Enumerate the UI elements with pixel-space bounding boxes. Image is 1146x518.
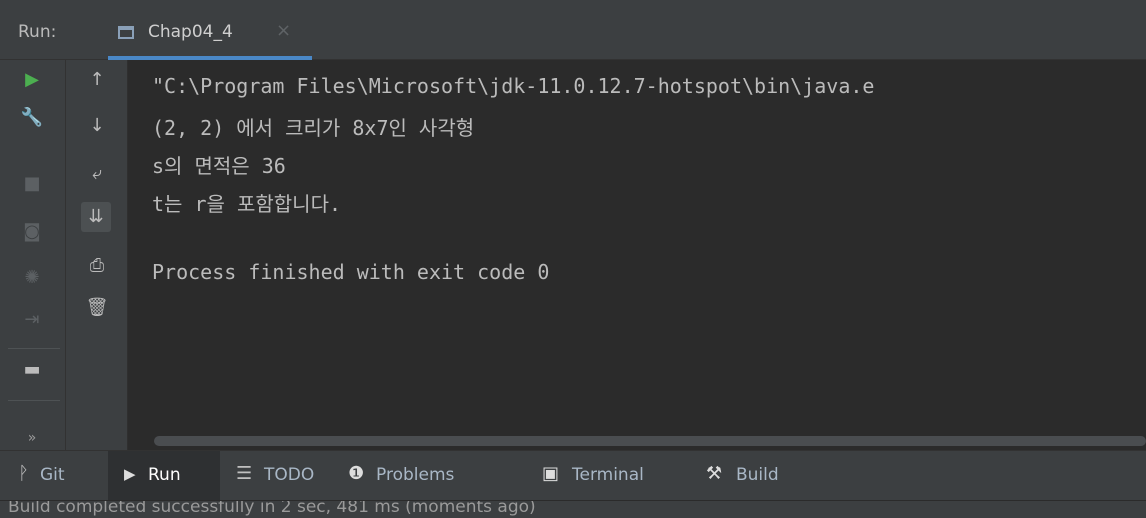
close-icon[interactable]: × — [276, 20, 291, 41]
tool-window-git[interactable]: ᚹ Git — [0, 451, 108, 501]
tool-window-label: Terminal — [572, 465, 644, 485]
wrench-icon[interactable]: 🔧 — [20, 106, 44, 130]
run-panel-header: Run: Chap04_4 × — [0, 0, 1146, 60]
status-message: Build completed successfully in 2 sec, 4… — [8, 500, 536, 517]
console-line-output: t는 r을 포함합니다. — [152, 192, 342, 216]
console-line-output: (2, 2) 에서 크리가 8x7인 사각형 — [152, 116, 475, 140]
run-label: Run: — [18, 22, 57, 42]
run-icon[interactable]: ▶ — [20, 68, 44, 92]
tool-window-label: Problems — [376, 465, 455, 485]
tool-window-problems[interactable]: ❶ Problems — [340, 451, 510, 501]
more-icon[interactable]: » — [20, 426, 44, 450]
stop-icon[interactable]: ■ — [20, 172, 44, 196]
problems-icon: ❶ — [348, 463, 365, 484]
soft-wrap-icon[interactable]: ⤶ — [85, 162, 109, 186]
camera-icon[interactable]: ◙ — [20, 220, 44, 244]
toolbar-divider — [8, 400, 60, 401]
tool-window-run[interactable]: ▶ Run — [108, 451, 220, 501]
tab-chap04-4[interactable]: Chap04_4 × — [108, 12, 312, 60]
down-arrow-icon[interactable]: ↓ — [85, 114, 109, 138]
up-arrow-icon[interactable]: ↑ — [85, 68, 109, 92]
todo-icon: ☰ — [236, 463, 253, 484]
git-icon: ᚹ — [18, 463, 29, 484]
tool-window-label: Run — [148, 465, 181, 485]
build-icon: ⚒ — [706, 463, 723, 484]
toolbar-divider — [8, 348, 60, 349]
trash-icon[interactable]: 🗑 — [85, 296, 109, 320]
print-icon[interactable]: ⎙ — [85, 254, 109, 278]
console-tab-icon — [118, 26, 134, 39]
run-tool-icon: ▶ — [124, 465, 136, 483]
console-output[interactable]: "C:\Program Files\Microsoft\jdk-11.0.12.… — [128, 60, 1146, 450]
run-toolbar: ▶ 🔧 ■ ◙ ✺ ⇥ ▬ » — [0, 60, 66, 450]
horizontal-scrollbar[interactable] — [154, 436, 1146, 446]
tool-window-label: Git — [40, 465, 65, 485]
status-bar[interactable]: Build completed successfully in 2 sec, 4… — [0, 500, 1146, 518]
console-line-output: s의 면적은 36 — [152, 154, 286, 178]
tab-title: Chap04_4 — [148, 22, 233, 42]
console-line-command: "C:\Program Files\Microsoft\jdk-11.0.12.… — [152, 74, 875, 98]
tool-window-bar: ᚹ Git ▶ Run ☰ TODO ❶ Problems ▣ Terminal… — [0, 450, 1146, 501]
console-actions: ↑ ↓ ⤶ ⇊ ⎙ 🗑 — [66, 60, 128, 450]
layout-icon[interactable]: ▬ — [20, 358, 44, 382]
tool-window-label: TODO — [264, 465, 315, 485]
tool-window-terminal[interactable]: ▣ Terminal — [536, 451, 686, 501]
exit-icon[interactable]: ⇥ — [20, 308, 44, 332]
debug-icon[interactable]: ✺ — [20, 266, 44, 290]
scroll-to-end-icon[interactable]: ⇊ — [81, 202, 111, 232]
tool-window-label: Build — [736, 465, 779, 485]
terminal-icon: ▣ — [542, 463, 560, 484]
console-line-exit: Process finished with exit code 0 — [152, 260, 550, 284]
tool-window-build[interactable]: ⚒ Build — [702, 451, 812, 501]
tool-window-todo[interactable]: ☰ TODO — [226, 451, 338, 501]
